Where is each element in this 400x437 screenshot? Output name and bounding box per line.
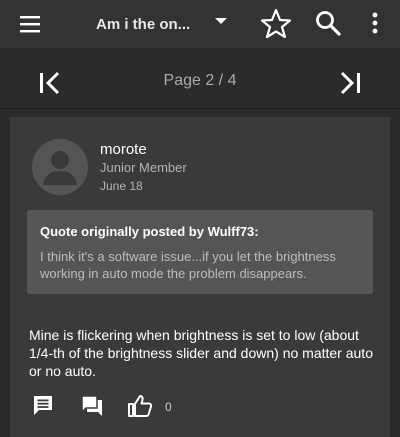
menu-icon[interactable]	[18, 13, 42, 35]
user-rank: Junior Member	[100, 160, 187, 175]
post-body: Mine is flickering when brightness is se…	[29, 327, 373, 379]
quote-header: Quote originally posted by Wulff73:	[40, 224, 259, 239]
quote-reply-icon[interactable]	[80, 394, 104, 418]
more-vertical-icon[interactable]	[368, 11, 382, 37]
thumbs-up-icon[interactable]	[127, 394, 153, 418]
quote-text: I think it's a software issue...if you l…	[40, 249, 336, 281]
pagination-bar: Page 2 / 4	[0, 56, 400, 108]
divider	[0, 108, 400, 109]
like-count: 0	[165, 400, 172, 414]
post-date: June 18	[100, 179, 143, 193]
username[interactable]: morote	[100, 141, 147, 158]
avatar[interactable]	[32, 139, 88, 195]
thread-title: Am i the on...	[96, 15, 191, 33]
last-page-icon[interactable]	[336, 70, 364, 96]
dropdown-arrow-icon[interactable]	[214, 16, 228, 26]
thread-title-dropdown[interactable]: Am i the on...	[96, 13, 190, 35]
reply-icon[interactable]	[32, 394, 54, 418]
quote-block: Quote originally posted by Wulff73: I th…	[27, 210, 373, 294]
search-icon[interactable]	[314, 9, 342, 37]
post-actions: 0	[10, 394, 390, 424]
post-card: morote Junior Member June 18 Quote origi…	[10, 117, 390, 437]
star-icon[interactable]	[259, 7, 293, 39]
top-app-bar: Am i the on...	[0, 0, 400, 48]
